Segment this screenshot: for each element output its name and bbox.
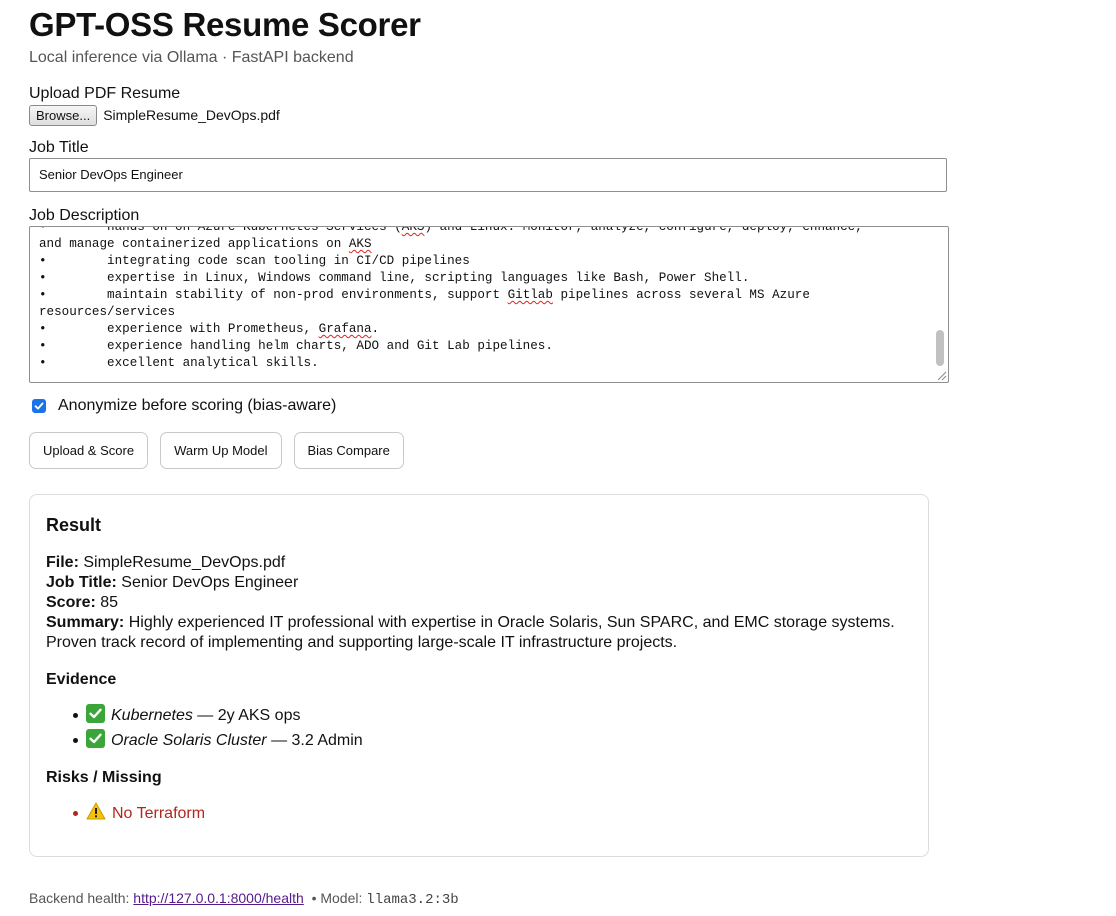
file-value: SimpleResume_DevOps.pdf	[83, 554, 286, 571]
job-description-text: • hands-on on Azure Kubernetes Services …	[39, 226, 929, 372]
risk-item: No Terraform	[46, 801, 205, 826]
result-card: Result File: SimpleResume_DevOps.pdf Job…	[29, 494, 929, 857]
job-description-line: resources/services	[39, 305, 176, 319]
page-title: GPT-OSS Resume Scorer	[29, 6, 421, 43]
job-description-line: • expertise in Linux, Windows command li…	[39, 271, 750, 285]
job-description-line: • experience with Prometheus, Grafana.	[39, 322, 380, 336]
evidence-skill: Kubernetes	[111, 707, 193, 724]
risks-heading: Risks / Missing	[46, 769, 162, 786]
score-value: 85	[100, 594, 119, 611]
result-score: Score: 85	[46, 593, 916, 613]
evidence-detail: — 2y AKS ops	[197, 707, 301, 724]
job-description-textarea[interactable]: • hands-on on Azure Kubernetes Services …	[29, 226, 949, 383]
evidence-skill: Oracle Solaris Cluster	[111, 732, 267, 749]
job-description-line: • excellent analytical skills.	[39, 356, 319, 370]
check-mark-icon	[86, 729, 105, 748]
risks-list: No Terraform	[46, 801, 205, 826]
job-title-value: Senior DevOps Engineer	[121, 574, 299, 591]
selected-file-name: SimpleResume_DevOps.pdf	[103, 107, 280, 123]
warm-up-button[interactable]: Warm Up Model	[160, 432, 282, 469]
resize-grip-icon[interactable]	[935, 369, 947, 381]
result-title: Result	[46, 515, 102, 535]
evidence-heading: Evidence	[46, 671, 117, 688]
warning-icon	[86, 802, 106, 820]
health-link[interactable]: http://127.0.0.1:8000/health	[133, 890, 303, 906]
summary-value: Highly experienced IT professional with …	[46, 614, 895, 651]
risk-text: No Terraform	[112, 805, 206, 822]
anonymize-checkbox[interactable]	[32, 399, 46, 413]
job-description-label: Job Description	[29, 207, 140, 224]
file-key: File:	[46, 554, 79, 571]
anonymize-label: Anonymize before scoring (bias-aware)	[58, 397, 337, 414]
result-file: File: SimpleResume_DevOps.pdf	[46, 553, 916, 573]
result-job-title: Job Title: Senior DevOps Engineer	[46, 573, 916, 593]
result-summary: Summary: Highly experienced IT professio…	[46, 613, 916, 653]
bias-compare-button[interactable]: Bias Compare	[293, 432, 404, 469]
upload-score-button[interactable]: Upload & Score	[29, 432, 149, 469]
job-description-line: • maintain stability of non-prod environ…	[39, 288, 810, 302]
evidence-item: Kubernetes — 2y AKS ops	[46, 703, 363, 728]
score-key: Score:	[46, 594, 96, 611]
anonymize-option[interactable]: Anonymize before scoring (bias-aware)	[29, 397, 336, 415]
file-input[interactable]: Browse... SimpleResume_DevOps.pdf	[29, 104, 280, 126]
job-title-input[interactable]: Senior DevOps Engineer	[29, 158, 947, 192]
evidence-list: Kubernetes — 2y AKS ops Oracle Solaris C…	[46, 703, 363, 753]
evidence-item: Oracle Solaris Cluster — 3.2 Admin	[46, 728, 363, 753]
job-description-line: • experience handling helm charts, ADO a…	[39, 339, 553, 353]
textarea-scrollbar[interactable]	[936, 330, 944, 366]
checkmark-icon	[34, 402, 44, 410]
action-buttons: Upload & Score Warm Up Model Bias Compar…	[29, 432, 404, 469]
page-subtitle: Local inference via Ollama · FastAPI bac…	[29, 49, 354, 66]
job-description-line: and manage containerized applications on…	[39, 237, 372, 251]
job-description-line: • integrating code scan tooling in CI/CD…	[39, 254, 470, 268]
upload-label: Upload PDF Resume	[29, 85, 181, 102]
summary-key: Summary:	[46, 614, 125, 631]
health-label: Backend health:	[29, 890, 130, 906]
job-description-line: • hands-on on Azure Kubernetes Services …	[39, 226, 863, 234]
job-title-label: Job Title	[29, 139, 89, 156]
check-mark-icon	[86, 704, 105, 723]
result-details: File: SimpleResume_DevOps.pdf Job Title:…	[46, 553, 916, 653]
model-name: llama3.2:3b	[366, 892, 459, 908]
model-label: • Model:	[311, 890, 363, 906]
browse-button[interactable]: Browse...	[29, 104, 98, 126]
footer: Backend health: http://127.0.0.1:8000/he…	[29, 890, 459, 908]
evidence-detail: — 3.2 Admin	[271, 732, 363, 749]
job-title-key: Job Title:	[46, 574, 117, 591]
